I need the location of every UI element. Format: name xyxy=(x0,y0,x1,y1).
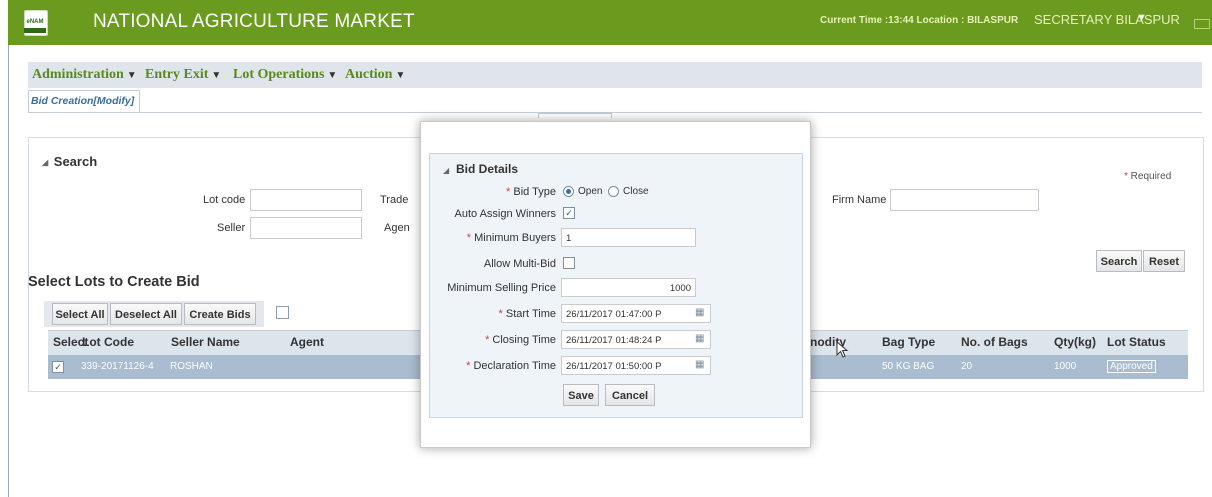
save-button[interactable]: Save xyxy=(563,384,599,406)
reset-button[interactable]: Reset xyxy=(1143,250,1185,272)
deselect-all-button[interactable]: Deselect All xyxy=(110,303,182,325)
firm-name-label: Firm Name xyxy=(832,194,887,206)
user-menu[interactable]: SECRETARY BILASPUR xyxy=(1034,12,1180,27)
bid-type-label: * Bid Type xyxy=(506,186,556,198)
menu-auction[interactable]: Auction ▼ xyxy=(345,67,405,83)
collapse-triangle-icon: ◢ xyxy=(42,158,49,167)
allow-multi-bid-label: Allow Multi-Bid xyxy=(483,258,556,270)
search-header[interactable]: ◢ Search xyxy=(42,154,97,169)
start-time-label: * Start Time xyxy=(498,308,556,320)
bid-type-open-radio[interactable] xyxy=(563,186,574,197)
agent-label: Agen xyxy=(384,222,410,234)
tab-bid-creation[interactable]: Bid Creation[Modify] xyxy=(28,90,140,113)
brand-title: NATIONAL AGRICULTURE MARKET xyxy=(93,11,415,32)
col-agent[interactable]: Agent xyxy=(290,335,324,349)
mouse-cursor-icon xyxy=(836,340,850,362)
bid-type-close-radio[interactable] xyxy=(608,186,619,197)
row-no-of-bags: 20 xyxy=(961,361,973,372)
chevron-down-icon: ▼ xyxy=(395,70,406,81)
firm-name-input[interactable] xyxy=(890,189,1039,211)
chevron-down-icon: ▼ xyxy=(211,70,222,81)
user-menu-caret-icon[interactable]: ▼ xyxy=(1136,12,1147,24)
col-lot-code[interactable]: Lot Code xyxy=(82,335,134,349)
required-note: * Required xyxy=(1124,171,1172,182)
lot-code-input[interactable] xyxy=(250,189,362,211)
cancel-button[interactable]: Cancel xyxy=(605,384,655,406)
auto-assign-checkbox[interactable]: ✓ xyxy=(563,207,575,219)
calendar-icon[interactable]: ▦ xyxy=(695,359,704,370)
create-bids-button[interactable]: Create Bids xyxy=(184,303,256,325)
lot-code-label: Lot code xyxy=(203,194,246,206)
bid-type-close-label[interactable]: Close xyxy=(623,186,649,197)
closing-time-label: * Closing Time xyxy=(485,334,556,346)
closing-time-input[interactable]: 26/11/2017 01:48:24 P xyxy=(561,330,711,349)
calendar-icon[interactable]: ▦ xyxy=(695,307,704,318)
select-all-button[interactable]: Select All xyxy=(52,303,108,325)
time-location-info: Current Time :13:44 Location : BILASPUR xyxy=(820,15,1019,26)
min-buyers-label: * Minimum Buyers xyxy=(466,232,556,244)
col-seller-name[interactable]: Seller Name xyxy=(171,335,240,349)
row-select-checkbox[interactable]: ✓ xyxy=(52,361,64,373)
allow-multi-bid-checkbox[interactable] xyxy=(563,257,575,269)
row-seller-name: ROSHAN xyxy=(170,361,213,372)
col-qty[interactable]: Qty(kg) xyxy=(1054,335,1096,349)
min-selling-price-input[interactable]: 1000 xyxy=(561,278,696,297)
min-buyers-input[interactable]: 1 xyxy=(561,228,696,247)
lots-section-title: Select Lots to Create Bid xyxy=(28,274,200,290)
row-bag-type: 50 KG BAG xyxy=(882,361,935,372)
header-toggle-icon[interactable] xyxy=(1194,19,1210,29)
menu-entry-exit[interactable]: Entry Exit ▼ xyxy=(145,67,221,83)
collapse-triangle-icon[interactable]: ◢ xyxy=(443,166,449,175)
min-selling-price-label: Minimum Selling Price xyxy=(447,282,556,294)
col-lot-status[interactable]: Lot Status xyxy=(1107,335,1166,349)
logo-bar xyxy=(24,28,46,33)
frame-border xyxy=(8,45,9,497)
row-lot-code: 339-20171126-4 xyxy=(81,361,154,372)
seller-input[interactable] xyxy=(250,217,362,239)
start-time-input[interactable]: 26/11/2017 01:47:00 P xyxy=(561,304,711,323)
menu-lot-operations[interactable]: Lot Operations ▼ xyxy=(233,67,337,83)
seller-label: Seller xyxy=(217,222,246,234)
calendar-icon[interactable]: ▦ xyxy=(695,333,704,344)
tab-divider xyxy=(28,112,1202,113)
chevron-down-icon: ▼ xyxy=(126,70,137,81)
declaration-time-input[interactable]: 26/11/2017 01:50:00 P xyxy=(561,356,711,375)
col-bag-type[interactable]: Bag Type xyxy=(882,335,935,349)
menu-administration[interactable]: Administration ▼ xyxy=(32,67,137,83)
dialog-title: Bid Details xyxy=(456,162,519,176)
main-menu: Administration ▼ Entry Exit ▼ Lot Operatio… xyxy=(28,62,1202,88)
declaration-time-label: * Declaration Time xyxy=(466,360,556,372)
hidden-tab-edge xyxy=(538,113,612,118)
bid-type-open-label[interactable]: Open xyxy=(578,186,602,197)
col-no-of-bags[interactable]: No. of Bags xyxy=(961,335,1028,349)
search-button[interactable]: Search xyxy=(1096,250,1142,272)
export-icon[interactable] xyxy=(276,306,289,319)
chevron-down-icon: ▼ xyxy=(327,70,338,81)
status-badge: Approved xyxy=(1107,360,1156,373)
row-qty: 1000 xyxy=(1054,361,1077,372)
trader-label: Trade xyxy=(380,194,409,206)
logo-text: eNAM xyxy=(26,19,44,25)
auto-assign-label: Auto Assign Winners xyxy=(454,208,557,220)
